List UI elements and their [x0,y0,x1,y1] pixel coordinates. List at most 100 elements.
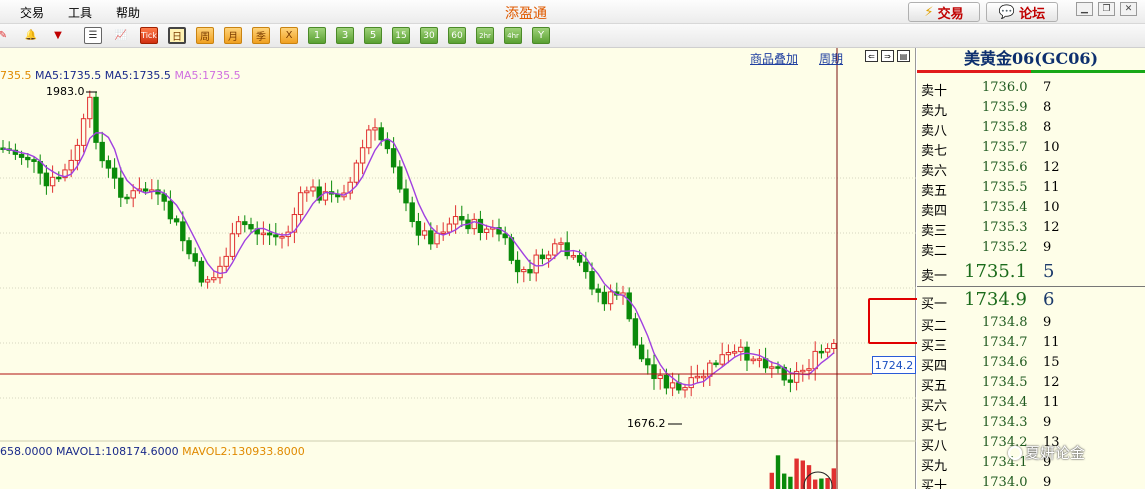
candle-body [601,291,608,305]
candle-body [87,96,93,120]
ask-label: 卖二 [921,244,948,259]
candle-body [607,291,614,305]
candle-body [279,236,285,239]
line-chart-icon[interactable]: 📈 [112,27,130,44]
candle-body [297,192,304,216]
ask-row[interactable]: 卖三 1735.3 12 [917,218,1145,239]
bid-indicator-bar [1031,70,1145,73]
candle-body [787,379,794,383]
menu-tools[interactable]: 工具 [68,4,92,21]
bid-price: 1734.3 [982,415,1028,430]
menu-trade[interactable]: 交易 [20,4,44,21]
trade-button[interactable]: ⚡ 交易 [908,2,980,22]
min30-button[interactable]: 30 [420,27,438,44]
min5-button[interactable]: 5 [364,27,382,44]
scroll-right-icon[interactable]: ⇒ [881,50,894,62]
ask-qty: 10 [1043,140,1060,155]
bid-qty: 11 [1043,395,1060,410]
week-button[interactable]: 周 [196,27,214,44]
ask-row[interactable]: 卖七 1735.7 10 [917,138,1145,159]
candle-body [738,346,744,353]
bid-qty: 9 [1043,415,1052,430]
bid-price: 1734.9 [964,289,1027,310]
volume-bar [769,472,774,489]
candle-body [366,129,372,149]
close-icon[interactable]: ✕ [1120,2,1137,16]
order-book: 美黄金06(GC06) 卖十 1736.0 7 卖九 1735.9 8 卖八 1735.8 8 卖… [917,48,1145,489]
chat-bubble-icon: 💬 [998,4,1016,20]
ask-label: 卖七 [921,144,948,159]
bid-label: 买十 [921,479,948,489]
candle-body [415,221,422,236]
bid-price: 1734.7 [982,335,1028,350]
ask-row[interactable]: 卖十 1736.0 7 [917,78,1145,99]
ask-row[interactable]: 卖九 1735.9 8 [917,98,1145,119]
ma-legend: 735.5 MA5:1735.5 MA5:1735.5 MA5:1735.5 [0,69,241,82]
bid-row[interactable]: 买六 1734.4 11 [917,393,1145,414]
min15-button[interactable]: 15 [392,27,410,44]
custom-period-button[interactable]: X [280,27,298,44]
period-link[interactable]: 周期 [819,50,843,67]
candle-body [651,364,657,380]
bid-row[interactable]: 买五 1734.5 12 [917,373,1145,394]
forum-button[interactable]: 💬 论坛 [986,2,1058,22]
bell-icon[interactable]: 🔔 [22,27,40,44]
candle-body [93,96,99,143]
ma-legend-b: MA5:1735.5 [104,69,171,82]
tick-button[interactable]: Tick [140,27,158,44]
candle-body [756,358,763,361]
candle-body [595,288,601,293]
hr4-button[interactable]: 4hr [504,27,522,44]
overlay-link[interactable]: 商品叠加 [750,50,798,67]
ask-row[interactable]: 卖四 1735.4 10 [917,198,1145,219]
min3-button[interactable]: 3 [336,27,354,44]
year-button[interactable]: Y [532,27,550,44]
restore-icon[interactable]: ❐ [1098,2,1115,16]
candle-body [632,318,639,346]
bid-row[interactable]: 买十 1734.0 9 [917,473,1145,489]
candle-body [539,254,546,260]
candle-body [378,127,384,141]
menu-help[interactable]: 帮助 [116,4,140,21]
ask-row[interactable]: 卖六 1735.6 12 [917,158,1145,179]
ask-price: 1735.7 [982,140,1028,155]
scroll-left-icon[interactable]: ⇐ [865,50,878,62]
ask-row[interactable]: 卖一 1735.1 5 [917,260,1145,284]
kline-chart[interactable]: 商品叠加 周期 ⇐ ⇒ ▤ 735.5 MA5:1735.5 MA5:1735.… [0,48,916,489]
ask-row[interactable]: 卖八 1735.8 8 [917,118,1145,139]
minimize-icon[interactable]: ▁ [1076,2,1093,16]
list-icon[interactable]: ☰ [84,27,102,44]
ask-row[interactable]: 卖二 1735.2 9 [917,238,1145,259]
bid-row[interactable]: 买四 1734.6 15 [917,353,1145,374]
candle-body [359,147,366,164]
candle-body [56,176,62,180]
pencil-icon[interactable]: ✎ [0,27,12,44]
bid-row[interactable]: 买七 1734.3 9 [917,413,1145,434]
candle-body [353,162,360,183]
bid-qty: 11 [1043,335,1060,350]
candle-body [700,375,707,379]
candlestick-plot[interactable] [0,48,916,489]
candle-body [533,254,539,274]
filter-icon[interactable]: ▼ [49,27,67,44]
month-button[interactable]: 月 [224,27,242,44]
bid-row[interactable]: 买三 1734.7 11 [917,333,1145,354]
candle-body [105,160,112,169]
ask-label: 卖九 [921,104,948,119]
hr2-button[interactable]: 2hr [476,27,494,44]
bid-row[interactable]: 买一 1734.9 6 [917,288,1145,312]
bid-qty: 12 [1043,375,1060,390]
layout-icon[interactable]: ▤ [897,50,910,62]
day-button[interactable]: 日 [168,27,186,44]
min1-button[interactable]: 1 [308,27,326,44]
bid-row[interactable]: 买二 1734.8 9 [917,313,1145,334]
quarter-button[interactable]: 季 [252,27,270,44]
candle-body [502,233,508,239]
volume-bar [775,455,781,489]
ask-row[interactable]: 卖五 1735.5 11 [917,178,1145,199]
candle-body [403,188,409,204]
candle-body [266,232,273,236]
min60-button[interactable]: 60 [448,27,466,44]
candle-body [43,172,50,187]
candle-body [273,234,279,238]
